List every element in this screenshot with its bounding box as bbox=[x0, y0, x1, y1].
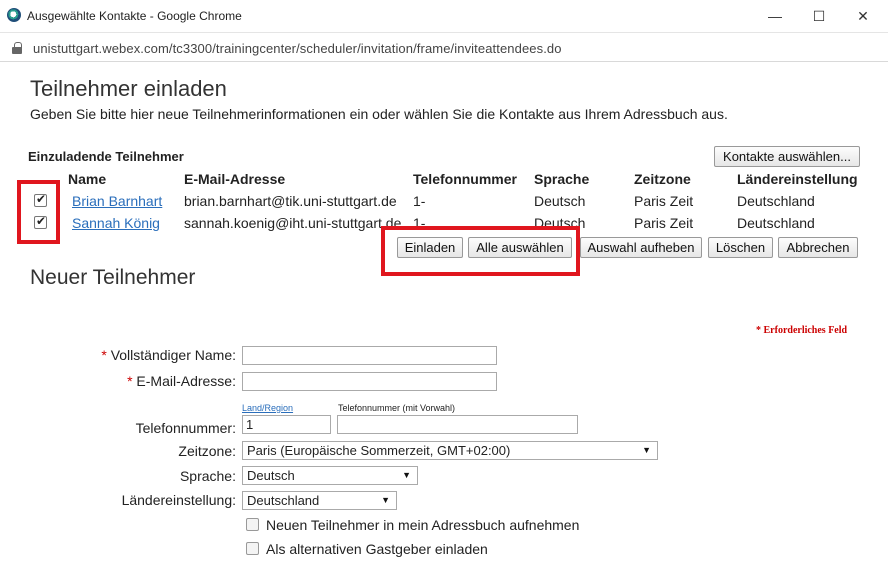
participant-phone: 1- bbox=[413, 193, 426, 209]
column-header-timezone: Zeitzone bbox=[634, 171, 691, 187]
cancel-button[interactable]: Abbrechen bbox=[778, 237, 858, 258]
locale-select[interactable]: Deutschland ▼ bbox=[242, 491, 397, 510]
url-text[interactable]: unistuttgart.webex.com/tc3300/trainingce… bbox=[33, 41, 562, 56]
column-header-language: Sprache bbox=[534, 171, 590, 187]
participant-timezone: Paris Zeit bbox=[634, 193, 694, 209]
new-participant-title: Neuer Teilnehmer bbox=[30, 266, 196, 289]
phone-number-input[interactable] bbox=[337, 415, 578, 434]
dropdown-arrow-icon: ▼ bbox=[402, 470, 411, 480]
delete-button[interactable]: Löschen bbox=[708, 237, 773, 258]
dropdown-arrow-icon: ▼ bbox=[381, 495, 390, 505]
full-name-input[interactable] bbox=[242, 346, 497, 365]
participant-email: brian.barnhart@tik.uni-stuttgart.de bbox=[184, 193, 397, 209]
select-contacts-button[interactable]: Kontakte auswählen... bbox=[714, 146, 860, 167]
alt-host-checkbox[interactable] bbox=[246, 542, 259, 555]
required-field-note: * Erforderliches Feld bbox=[756, 325, 848, 336]
address-bar[interactable]: unistuttgart.webex.com/tc3300/trainingce… bbox=[0, 33, 888, 62]
page-title: Teilnehmer einladen bbox=[30, 76, 227, 101]
page-content: Teilnehmer einladen Geben Sie bitte hier… bbox=[0, 63, 888, 586]
alt-host-label: Als alternativen Gastgeber einladen bbox=[266, 541, 488, 557]
participant-locale: Deutschland bbox=[737, 215, 815, 231]
invite-button[interactable]: Einladen bbox=[397, 237, 463, 258]
participant-timezone: Paris Zeit bbox=[634, 215, 694, 231]
email-label: * E-Mail-Adresse: bbox=[127, 373, 236, 389]
participant-language: Deutsch bbox=[534, 193, 586, 209]
language-select[interactable]: Deutsch ▼ bbox=[242, 466, 418, 485]
add-to-addressbook-checkbox[interactable] bbox=[246, 518, 259, 531]
lock-icon bbox=[12, 42, 22, 54]
country-region-link[interactable]: Land/Region bbox=[242, 403, 293, 413]
column-header-email: E-Mail-Adresse bbox=[184, 171, 286, 187]
select-all-button[interactable]: Alle auswählen bbox=[468, 237, 572, 258]
close-button[interactable]: ✕ bbox=[850, 6, 876, 26]
participant-name[interactable]: Sannah König bbox=[72, 215, 160, 231]
participant-name[interactable]: Brian Barnhart bbox=[72, 193, 162, 209]
locale-value: Deutschland bbox=[247, 493, 320, 508]
required-star: * bbox=[101, 347, 107, 363]
timezone-value: Paris (Europäische Sommerzeit, GMT+02:00… bbox=[247, 443, 511, 458]
language-value: Deutsch bbox=[247, 468, 295, 483]
participant-name-link[interactable]: Brian Barnhart bbox=[72, 193, 162, 209]
participant-locale: Deutschland bbox=[737, 193, 815, 209]
participant-email: sannah.koenig@iht.uni-stuttgart.de bbox=[184, 215, 402, 231]
window-title: Ausgewählte Kontakte - Google Chrome bbox=[27, 9, 242, 23]
participant-name-link[interactable]: Sannah König bbox=[72, 215, 160, 231]
phone-hint: Telefonnummer (mit Vorwahl) bbox=[338, 403, 456, 413]
maximize-button[interactable]: ☐ bbox=[806, 6, 832, 26]
column-header-locale: Ländereinstellung bbox=[737, 171, 858, 187]
minimize-button[interactable]: — bbox=[762, 6, 788, 26]
deselect-button[interactable]: Auswahl aufheben bbox=[580, 237, 702, 258]
add-to-addressbook-label: Neuen Teilnehmer in mein Adressbuch aufn… bbox=[266, 517, 580, 533]
timezone-select[interactable]: Paris (Europäische Sommerzeit, GMT+02:00… bbox=[242, 441, 658, 460]
page-intro: Geben Sie bitte hier neue Teilnehmerinfo… bbox=[30, 106, 728, 122]
locale-label: Ländereinstellung: bbox=[121, 492, 236, 508]
checkbox-highlight-box bbox=[17, 180, 60, 244]
invitees-section-label: Einzuladende Teilnehmer bbox=[28, 149, 184, 164]
full-name-label: * Vollständiger Name: bbox=[101, 347, 236, 363]
required-star: * bbox=[127, 373, 133, 389]
timezone-label: Zeitzone: bbox=[178, 443, 236, 459]
dropdown-arrow-icon: ▼ bbox=[642, 445, 651, 455]
language-label: Sprache: bbox=[179, 468, 236, 484]
phone-country-code-input[interactable]: 1 bbox=[242, 415, 331, 434]
phone-label: Telefonnummer: bbox=[135, 420, 236, 436]
email-input[interactable] bbox=[242, 372, 497, 391]
chrome-app-icon bbox=[7, 8, 21, 22]
column-header-name: Name bbox=[68, 171, 107, 187]
column-header-phone: Telefonnummer bbox=[413, 171, 517, 187]
window-titlebar: Ausgewählte Kontakte - Google Chrome — ☐… bbox=[0, 0, 888, 33]
